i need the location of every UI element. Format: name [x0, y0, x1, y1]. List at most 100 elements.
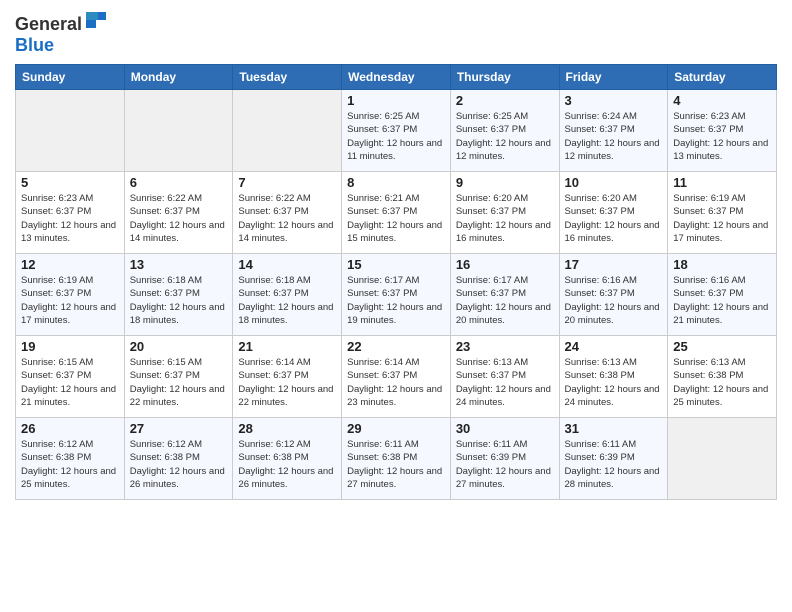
day-info: Sunrise: 6:12 AMSunset: 6:38 PMDaylight:…	[21, 438, 119, 491]
day-number: 9	[456, 175, 554, 190]
calendar-week-3: 12 Sunrise: 6:19 AMSunset: 6:37 PMDayligh…	[16, 254, 777, 336]
calendar-week-1: 1 Sunrise: 6:25 AMSunset: 6:37 PMDaylight…	[16, 90, 777, 172]
calendar-cell: 21 Sunrise: 6:14 AMSunset: 6:37 PMDayligh…	[233, 336, 342, 418]
logo: General Blue	[15, 10, 108, 56]
calendar-cell: 10 Sunrise: 6:20 AMSunset: 6:37 PMDayligh…	[559, 172, 668, 254]
day-number: 20	[130, 339, 228, 354]
calendar-cell: 15 Sunrise: 6:17 AMSunset: 6:37 PMDayligh…	[342, 254, 451, 336]
day-info: Sunrise: 6:20 AMSunset: 6:37 PMDaylight:…	[456, 192, 554, 245]
day-info: Sunrise: 6:18 AMSunset: 6:37 PMDaylight:…	[130, 274, 228, 327]
calendar-cell	[16, 90, 125, 172]
day-number: 12	[21, 257, 119, 272]
day-number: 19	[21, 339, 119, 354]
day-info: Sunrise: 6:22 AMSunset: 6:37 PMDaylight:…	[130, 192, 228, 245]
day-info: Sunrise: 6:11 AMSunset: 6:39 PMDaylight:…	[456, 438, 554, 491]
day-number: 5	[21, 175, 119, 190]
calendar-cell: 19Sunrise: 6:15 AMSunset: 6:37 PMDayligh…	[16, 336, 125, 418]
day-number: 7	[238, 175, 336, 190]
logo-text: General Blue	[15, 10, 108, 56]
day-info: Sunrise: 6:23 AMSunset: 6:37 PMDaylight:…	[21, 192, 119, 245]
calendar-week-2: 5 Sunrise: 6:23 AMSunset: 6:37 PMDaylight…	[16, 172, 777, 254]
day-number: 3	[565, 93, 663, 108]
day-info: Sunrise: 6:18 AMSunset: 6:37 PMDaylight:…	[238, 274, 336, 327]
day-info: Sunrise: 6:15 AMSunset: 6:37 PMDaylight:…	[130, 356, 228, 409]
weekday-header-sunday: Sunday	[16, 65, 125, 90]
day-info: Sunrise: 6:13 AMSunset: 6:38 PMDaylight:…	[673, 356, 771, 409]
calendar-cell: 14 Sunrise: 6:18 AMSunset: 6:37 PMDayligh…	[233, 254, 342, 336]
calendar-cell	[668, 418, 777, 500]
calendar-cell: 2Sunrise: 6:25 AMSunset: 6:37 PMDaylight…	[450, 90, 559, 172]
calendar-cell: 4Sunrise: 6:23 AMSunset: 6:37 PMDaylight…	[668, 90, 777, 172]
day-number: 17	[565, 257, 663, 272]
day-number: 27	[130, 421, 228, 436]
day-info: Sunrise: 6:19 AMSunset: 6:37 PMDaylight:…	[21, 274, 119, 327]
day-number: 13	[130, 257, 228, 272]
day-info: Sunrise: 6:25 AMSunset: 6:37 PMDaylight:…	[347, 110, 445, 163]
weekday-header-wednesday: Wednesday	[342, 65, 451, 90]
calendar-table: SundayMondayTuesdayWednesdayThursdayFrid…	[15, 64, 777, 500]
day-number: 14	[238, 257, 336, 272]
day-info: Sunrise: 6:17 AMSunset: 6:37 PMDaylight:…	[456, 274, 554, 327]
calendar-cell: 27 Sunrise: 6:12 AMSunset: 6:38 PMDayligh…	[124, 418, 233, 500]
calendar-cell: 3 Sunrise: 6:24 AMSunset: 6:37 PMDaylight…	[559, 90, 668, 172]
day-number: 24	[565, 339, 663, 354]
calendar-cell: 16 Sunrise: 6:17 AMSunset: 6:37 PMDayligh…	[450, 254, 559, 336]
day-info: Sunrise: 6:20 AMSunset: 6:37 PMDaylight:…	[565, 192, 663, 245]
calendar-week-5: 26Sunrise: 6:12 AMSunset: 6:38 PMDayligh…	[16, 418, 777, 500]
calendar-cell: 26Sunrise: 6:12 AMSunset: 6:38 PMDayligh…	[16, 418, 125, 500]
day-number: 6	[130, 175, 228, 190]
day-number: 11	[673, 175, 771, 190]
weekday-header-friday: Friday	[559, 65, 668, 90]
day-info: Sunrise: 6:12 AMSunset: 6:38 PMDaylight:…	[130, 438, 228, 491]
weekday-header-monday: Monday	[124, 65, 233, 90]
day-info: Sunrise: 6:19 AMSunset: 6:37 PMDaylight:…	[673, 192, 771, 245]
day-number: 29	[347, 421, 445, 436]
day-number: 1	[347, 93, 445, 108]
logo-blue: Blue	[15, 35, 54, 55]
day-info: Sunrise: 6:16 AMSunset: 6:37 PMDaylight:…	[565, 274, 663, 327]
day-info: Sunrise: 6:16 AMSunset: 6:37 PMDaylight:…	[673, 274, 771, 327]
calendar-cell: 18Sunrise: 6:16 AMSunset: 6:37 PMDayligh…	[668, 254, 777, 336]
day-number: 30	[456, 421, 554, 436]
calendar-cell: 29 Sunrise: 6:11 AMSunset: 6:38 PMDayligh…	[342, 418, 451, 500]
day-info: Sunrise: 6:17 AMSunset: 6:37 PMDaylight:…	[347, 274, 445, 327]
day-info: Sunrise: 6:14 AMSunset: 6:37 PMDaylight:…	[238, 356, 336, 409]
day-number: 2	[456, 93, 554, 108]
day-number: 23	[456, 339, 554, 354]
day-info: Sunrise: 6:12 AMSunset: 6:38 PMDaylight:…	[238, 438, 336, 491]
calendar-cell	[124, 90, 233, 172]
calendar-cell: 8 Sunrise: 6:21 AMSunset: 6:37 PMDaylight…	[342, 172, 451, 254]
calendar-cell: 12 Sunrise: 6:19 AMSunset: 6:37 PMDayligh…	[16, 254, 125, 336]
calendar-cell	[233, 90, 342, 172]
day-number: 22	[347, 339, 445, 354]
day-info: Sunrise: 6:11 AMSunset: 6:39 PMDaylight:…	[565, 438, 663, 491]
calendar-cell: 28 Sunrise: 6:12 AMSunset: 6:38 PMDayligh…	[233, 418, 342, 500]
day-number: 8	[347, 175, 445, 190]
calendar-cell: 17 Sunrise: 6:16 AMSunset: 6:37 PMDayligh…	[559, 254, 668, 336]
day-info: Sunrise: 6:13 AMSunset: 6:38 PMDaylight:…	[565, 356, 663, 409]
day-number: 16	[456, 257, 554, 272]
day-number: 10	[565, 175, 663, 190]
logo-general: General	[15, 14, 82, 34]
day-number: 25	[673, 339, 771, 354]
calendar-cell: 24 Sunrise: 6:13 AMSunset: 6:38 PMDayligh…	[559, 336, 668, 418]
day-info: Sunrise: 6:21 AMSunset: 6:37 PMDaylight:…	[347, 192, 445, 245]
calendar-cell: 23 Sunrise: 6:13 AMSunset: 6:37 PMDayligh…	[450, 336, 559, 418]
day-number: 28	[238, 421, 336, 436]
calendar-cell: 30 Sunrise: 6:11 AMSunset: 6:39 PMDayligh…	[450, 418, 559, 500]
day-info: Sunrise: 6:11 AMSunset: 6:38 PMDaylight:…	[347, 438, 445, 491]
day-number: 15	[347, 257, 445, 272]
calendar-cell: 20 Sunrise: 6:15 AMSunset: 6:37 PMDayligh…	[124, 336, 233, 418]
calendar-cell: 1 Sunrise: 6:25 AMSunset: 6:37 PMDaylight…	[342, 90, 451, 172]
day-number: 31	[565, 421, 663, 436]
calendar-cell: 7Sunrise: 6:22 AMSunset: 6:37 PMDaylight…	[233, 172, 342, 254]
day-info: Sunrise: 6:24 AMSunset: 6:37 PMDaylight:…	[565, 110, 663, 163]
calendar-cell: 22Sunrise: 6:14 AMSunset: 6:37 PMDayligh…	[342, 336, 451, 418]
calendar-cell: 31 Sunrise: 6:11 AMSunset: 6:39 PMDayligh…	[559, 418, 668, 500]
calendar-week-4: 19 Sunrise: 6:15 AMSunset: 6:37 PMDayligh…	[16, 336, 777, 418]
calendar-cell: 6 Sunrise: 6:22 AMSunset: 6:37 PMDaylight…	[124, 172, 233, 254]
calendar-cell: 25 Sunrise: 6:13 AMSunset: 6:38 PMDayligh…	[668, 336, 777, 418]
calendar-page: General Blue SundayMondayTuesdayWednesda…	[0, 0, 792, 612]
day-number: 21	[238, 339, 336, 354]
day-info: Sunrise: 6:13 AMSunset: 6:37 PMDaylight:…	[456, 356, 554, 409]
